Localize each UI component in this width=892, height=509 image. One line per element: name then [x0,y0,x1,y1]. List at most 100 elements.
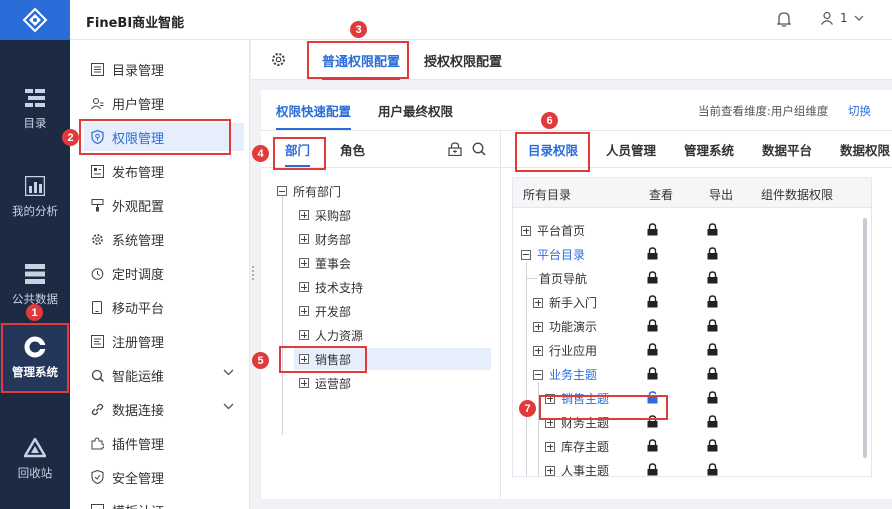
vertical-scrollbar[interactable] [863,218,867,458]
nav-item-catalog[interactable]: 目录 [0,74,70,144]
sidebar-item-appearance[interactable]: 外观配置 [90,191,240,219]
expand-icon[interactable] [533,321,543,332]
tree-item-department[interactable]: 财务部 [299,228,501,250]
expand-icon[interactable] [533,345,543,356]
lock-icon[interactable] [707,271,718,284]
switch-link[interactable]: 切换 [848,103,871,119]
sidebar-item-registration[interactable]: 注册管理 [90,327,240,355]
expand-icon[interactable] [545,465,555,476]
table-row[interactable]: 平台首页 [513,218,871,242]
tab-authorization-permission[interactable]: 授权权限配置 [424,40,502,80]
chevron-down-icon[interactable] [223,403,234,410]
expand-icon[interactable] [299,330,309,340]
lock-icon[interactable] [707,247,718,260]
nav-item-my-analysis[interactable]: 我的分析 [0,162,70,232]
expand-icon[interactable] [533,297,543,308]
table-row[interactable]: 销售主题 [513,386,871,410]
lock-icon[interactable] [647,439,658,452]
expand-icon[interactable] [545,417,555,428]
tab-role[interactable]: 角色 [340,131,365,167]
lock-icon[interactable] [707,319,718,332]
lock-icon[interactable] [647,415,658,428]
tab-department[interactable]: 部门 [285,131,311,167]
lock-icon[interactable] [707,343,718,356]
tree-item-department[interactable]: 采购部 [299,204,501,226]
chevron-down-icon[interactable] [223,369,234,376]
lock-icon[interactable] [707,367,718,380]
tree-item-department[interactable]: 人力资源 [299,324,501,346]
sidebar-item-template-cert[interactable]: 模板认证 [90,496,240,509]
table-row[interactable]: 新手入门 [513,290,871,314]
lock-icon[interactable] [707,391,718,404]
expand-icon[interactable] [299,258,309,268]
sidebar-item-catalog[interactable]: 目录管理 [90,55,240,83]
search-icon[interactable] [472,142,486,159]
table-row[interactable]: 平台目录 [513,242,871,266]
expand-icon[interactable] [299,354,309,364]
lock-icon[interactable] [647,463,658,476]
sidebar-item-users[interactable]: 用户管理 [90,89,240,117]
lock-icon[interactable] [448,142,462,159]
lock-icon[interactable] [707,415,718,428]
collapse-icon[interactable] [277,186,287,196]
tab-catalog-permission[interactable]: 目录权限 [528,131,578,167]
tab-final-permission[interactable]: 用户最终权限 [378,90,453,130]
tab-data-permission[interactable]: 数据权限 [840,131,892,167]
expand-icon[interactable] [521,225,531,236]
sidebar-item-publish[interactable]: 发布管理 [90,157,240,185]
lock-icon[interactable] [707,463,718,476]
lock-icon[interactable] [647,319,658,332]
table-row[interactable]: 业务主题 [513,362,871,386]
sidebar-item-data-connection[interactable]: 数据连接 [90,395,240,423]
tree-item-department-selected[interactable]: 销售部 [294,348,491,370]
collapse-icon[interactable] [521,249,531,260]
gear-icon[interactable] [271,52,286,70]
sidebar-item-permissions[interactable]: 权限管理 [84,123,244,151]
user-menu[interactable]: 1 [820,11,864,25]
expand-icon[interactable] [545,441,555,452]
tab-management-system[interactable]: 管理系统 [684,131,734,167]
unlock-icon[interactable] [647,391,658,404]
lock-icon[interactable] [647,343,658,356]
expand-icon[interactable] [299,282,309,292]
lock-icon[interactable] [707,295,718,308]
tab-data-platform[interactable]: 数据平台 [762,131,812,167]
tab-normal-permission[interactable]: 普通权限配置 [322,40,401,80]
tree-item-department[interactable]: 董事会 [299,252,501,274]
collapse-icon[interactable] [533,369,543,380]
table-row[interactable]: 财务主题 [513,410,871,434]
tree-item-department[interactable]: 运营部 [299,372,501,394]
tree-item-department[interactable]: 技术支持 [299,276,501,298]
tab-personnel[interactable]: 人员管理 [606,131,656,167]
sidebar-item-mobile[interactable]: 移动平台 [90,293,240,321]
table-row[interactable]: 功能演示 [513,314,871,338]
lock-icon[interactable] [707,223,718,236]
expand-icon[interactable] [299,234,309,244]
tree-root[interactable]: 所有部门 [277,180,501,202]
sidebar-item-plugins[interactable]: 插件管理 [90,429,240,457]
lock-icon[interactable] [647,223,658,236]
nav-item-management[interactable]: 管理系统 [0,323,70,393]
lock-icon[interactable] [707,439,718,452]
table-row[interactable]: 首页导航 [513,266,871,290]
table-row[interactable]: 库存主题 [513,434,871,458]
nav-item-recycle[interactable]: 回收站 [0,424,70,494]
tree-item-department[interactable]: 开发部 [299,300,501,322]
expand-icon[interactable] [545,393,555,404]
lock-icon[interactable] [647,295,658,308]
sidebar-item-system[interactable]: 系统管理 [90,225,240,253]
expand-icon[interactable] [299,306,309,316]
lock-icon[interactable] [647,247,658,260]
table-row[interactable]: 人事主题 [513,458,871,476]
tab-quick-config[interactable]: 权限快速配置 [276,90,352,130]
lock-icon[interactable] [647,271,658,284]
table-row[interactable]: 行业应用 [513,338,871,362]
expand-icon[interactable] [299,210,309,220]
bell-icon[interactable] [776,11,793,29]
expand-icon[interactable] [299,378,309,388]
sidebar-item-schedule[interactable]: 定时调度 [90,259,240,287]
sidebar-item-security[interactable]: 安全管理 [90,463,240,491]
sidebar-item-ops[interactable]: 智能运维 [90,361,240,389]
lock-icon[interactable] [647,367,658,380]
fine-logo-icon[interactable] [0,0,70,40]
